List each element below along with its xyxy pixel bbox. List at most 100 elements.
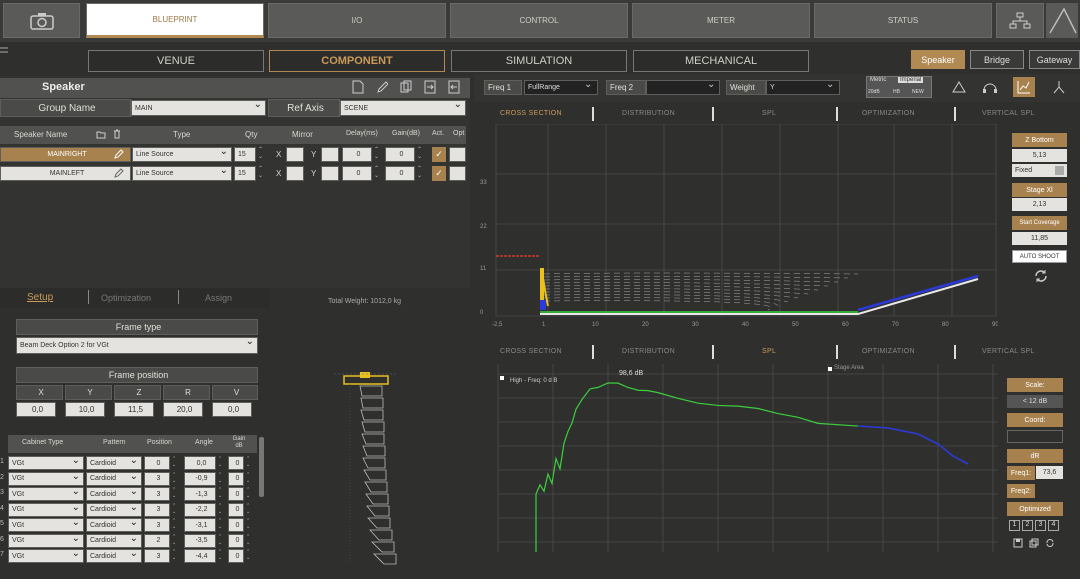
cabinet-type-select[interactable]: VGt <box>8 534 84 548</box>
gain-input[interactable]: 0 <box>228 487 244 501</box>
scale-select[interactable]: < 12 dB <box>1007 395 1063 408</box>
tab-io[interactable]: I/O <box>268 3 446 38</box>
auto-shoot-button[interactable]: AUTO SHOOT <box>1012 250 1067 263</box>
gain-input[interactable]: 0 <box>228 503 244 517</box>
cabinet-type-select[interactable]: VGt <box>8 549 84 563</box>
tab-setup[interactable]: Setup <box>27 292 53 303</box>
stepper[interactable]: ⌃ ⌄ <box>218 534 222 546</box>
cabinet-type-select[interactable]: VGt <box>8 487 84 501</box>
pos-v-input[interactable]: 0,0 <box>212 402 252 417</box>
fixed-checkbox[interactable]: Fixed <box>1012 164 1067 177</box>
mirror-y-box[interactable] <box>321 166 339 181</box>
gain-input[interactable]: 0 <box>228 472 244 486</box>
save-icon[interactable] <box>1013 538 1023 548</box>
camera-icon-button[interactable] <box>3 3 80 38</box>
tab-venue[interactable]: VENUE <box>88 50 264 72</box>
hb-button[interactable]: HB <box>893 89 900 95</box>
gain-input[interactable]: 0 <box>228 534 244 548</box>
angle-input[interactable]: -4,4 <box>184 549 216 563</box>
speaker-type-select[interactable]: Line Source <box>132 147 232 162</box>
tab-meter[interactable]: METER <box>632 3 810 38</box>
preset-3-button[interactable]: 3 <box>1035 520 1046 531</box>
pattern-select[interactable]: Cardioid <box>86 534 142 548</box>
qty-stepper[interactable]: ⌃ ⌄ <box>258 147 263 161</box>
speaker-qty[interactable]: 15 <box>234 147 256 162</box>
speaker-name-mainleft[interactable]: MAINLEFT <box>0 166 131 181</box>
plot-tab-spl[interactable]: SPL <box>762 110 776 117</box>
tab-assign[interactable]: Assign <box>205 293 232 303</box>
new-file-icon[interactable] <box>352 80 364 94</box>
stepper[interactable]: ⌃ ⌄ <box>172 487 176 499</box>
gain-input[interactable]: 0 <box>385 166 415 181</box>
metric-button[interactable]: Metric <box>870 77 886 83</box>
tab-speaker[interactable]: Speaker <box>911 50 965 69</box>
imperial-button[interactable]: Imperial <box>898 77 923 83</box>
cabinet-type-select[interactable]: VGt <box>8 503 84 517</box>
position-input[interactable]: 3 <box>144 549 170 563</box>
stepper[interactable]: ⌃ ⌄ <box>172 518 176 530</box>
tab-blueprint[interactable]: BLUEPRINT <box>86 3 264 38</box>
gain-input[interactable]: 0 <box>228 518 244 532</box>
tab-bridge[interactable]: Bridge <box>970 50 1024 69</box>
angle-input[interactable]: -3,1 <box>184 518 216 532</box>
pattern-select[interactable]: Cardioid <box>86 549 142 563</box>
pos-x-input[interactable]: 0,0 <box>16 402 56 417</box>
stepper[interactable]: ⌃ ⌄ <box>172 472 176 484</box>
cabinet-type-select[interactable]: VGt <box>8 518 84 532</box>
mirror-y-box[interactable] <box>321 147 339 162</box>
ref-axis-select[interactable]: SCENE <box>340 100 466 116</box>
stepper[interactable]: ⌃ ⌄ <box>172 503 176 515</box>
stage-x-value[interactable]: 2,13 <box>1012 198 1067 211</box>
menu-icon[interactable] <box>0 46 10 56</box>
angle-input[interactable]: -0,9 <box>184 472 216 486</box>
position-input[interactable]: 3 <box>144 503 170 517</box>
refresh-icon[interactable] <box>1045 538 1055 548</box>
stepper[interactable]: ⌃ ⌄ <box>246 534 250 546</box>
headphones-icon[interactable] <box>982 80 998 94</box>
stepper[interactable]: ⌃ ⌄ <box>218 472 222 484</box>
tab-control[interactable]: CONTROL <box>450 3 628 38</box>
angle-input[interactable]: -2,2 <box>184 503 216 517</box>
plot-tab-cross-section[interactable]: CROSS SECTION <box>500 110 562 117</box>
pos-z-input[interactable]: 11,5 <box>114 402 154 417</box>
edit-pencil-icon[interactable] <box>376 80 388 94</box>
position-input[interactable]: 3 <box>144 472 170 486</box>
cabinet-type-select[interactable]: VGt <box>8 456 84 470</box>
stepper[interactable]: ⌃ ⌄ <box>218 487 222 499</box>
opt-checkbox[interactable] <box>449 166 466 181</box>
edit-pencil-icon[interactable] <box>114 149 124 159</box>
mirror-x-box[interactable] <box>286 166 304 181</box>
freq1-side-value[interactable]: 73,6 <box>1036 466 1063 479</box>
triangle-icon[interactable] <box>952 80 966 94</box>
position-input[interactable]: 0 <box>144 456 170 470</box>
active-checkbox[interactable]: ✓ <box>432 166 446 181</box>
import-icon[interactable] <box>424 80 436 94</box>
preset-4-button[interactable]: 4 <box>1048 520 1059 531</box>
stepper[interactable]: ⌃ ⌄ <box>246 472 250 484</box>
group-name-select[interactable]: MAIN <box>131 100 266 116</box>
export-icon[interactable] <box>448 80 460 94</box>
stepper[interactable]: ⌃ ⌄ <box>246 549 250 561</box>
opt-checkbox[interactable] <box>449 147 466 162</box>
plot-tab-cross-section[interactable]: CROSS SECTION <box>500 348 562 355</box>
gain-input[interactable]: 0 <box>228 456 244 470</box>
tab-component[interactable]: COMPONENT <box>269 50 445 72</box>
copy-icon[interactable] <box>400 80 412 94</box>
position-input[interactable]: 2 <box>144 534 170 548</box>
tab-simulation[interactable]: SIMULATION <box>451 50 627 72</box>
stepper[interactable]: ⌃ ⌄ <box>172 534 176 546</box>
new-button[interactable]: NEW <box>912 89 924 95</box>
pattern-select[interactable]: Cardioid <box>86 456 142 470</box>
plot-tab-distribution[interactable]: DISTRIBUTION <box>622 348 675 355</box>
tab-mechanical[interactable]: MECHANICAL <box>633 50 809 72</box>
pattern-select[interactable]: Cardioid <box>86 472 142 486</box>
stepper[interactable]: ⌃ ⌄ <box>246 487 250 499</box>
stepper[interactable]: ⌃ ⌄ <box>218 503 222 515</box>
angle-input[interactable]: -3,5 <box>184 534 216 548</box>
angle-input[interactable]: 0,0 <box>184 456 216 470</box>
freq2-side-value[interactable] <box>1036 484 1063 497</box>
tab-gateway[interactable]: Gateway <box>1029 50 1080 69</box>
pos-y-input[interactable]: 10,0 <box>65 402 105 417</box>
gain-stepper[interactable]: ⌃ ⌄ <box>417 166 422 180</box>
gain-input[interactable]: 0 <box>228 549 244 563</box>
